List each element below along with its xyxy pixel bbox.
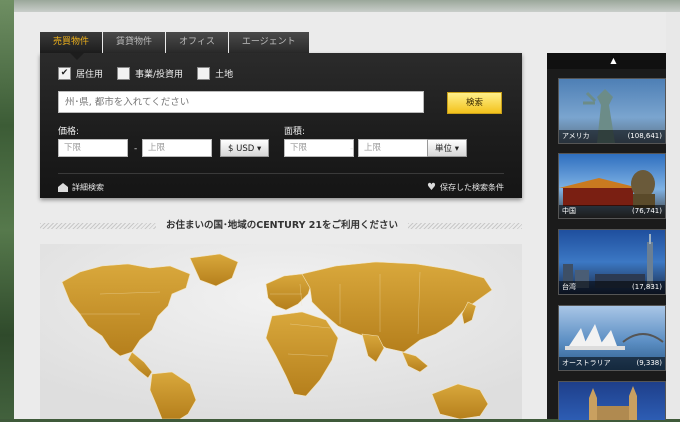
advanced-search-label: 詳細検索 — [72, 183, 104, 192]
checkbox-label: 事業/投資用 — [135, 70, 184, 80]
map-heading-text: お住まいの国･地域のCENTURY 21をご利用ください — [165, 220, 399, 231]
price-label: 価格: — [58, 127, 80, 137]
world-map-svg — [40, 244, 522, 420]
background-photo — [0, 0, 14, 419]
chevron-down-icon: ▾ — [454, 144, 459, 154]
currency-value: $ USD — [228, 144, 255, 154]
country-card-taiwan[interactable]: 台湾 (17,831) — [558, 229, 666, 295]
tab-pointer — [70, 53, 84, 60]
listing-count: (17,831) — [632, 283, 662, 291]
unit-dropdown[interactable]: 単位 ▾ — [427, 139, 467, 157]
listing-count: (9,338) — [636, 359, 662, 367]
chevron-down-icon: ▾ — [256, 144, 262, 154]
country-rail: ▲ アメリカ (108,641) 中国 (76,741) 台湾 (17,831)… — [547, 53, 680, 420]
currency-dropdown[interactable]: $ USD ▾ — [220, 139, 270, 157]
heading-stripe-left — [40, 223, 156, 229]
checkbox-land[interactable]: 土地 — [197, 67, 233, 80]
heading-stripe-right — [408, 223, 522, 229]
advanced-search-link[interactable]: 詳細検索 — [58, 182, 104, 193]
price-range-separator: - — [134, 144, 138, 154]
heart-icon: ♥ — [427, 182, 436, 193]
checkbox-label: 土地 — [215, 70, 234, 80]
country-name: 中国 — [562, 207, 576, 215]
checkbox-residential[interactable]: ✔ 居住用 — [58, 67, 103, 80]
checkbox-label: 居住用 — [76, 70, 104, 80]
area-max-field[interactable]: 上限 — [358, 139, 428, 157]
browser-background-top — [0, 0, 680, 12]
page: 売買物件 賃貸物件 オフィス エージェント ✔ 居住用 事業/投資用 土地 検索… — [14, 12, 680, 420]
location-input[interactable] — [58, 91, 424, 113]
page-scrollbar[interactable] — [666, 12, 680, 419]
search-button[interactable]: 検索 — [447, 92, 502, 114]
tab-office[interactable]: オフィス — [166, 32, 228, 53]
checkbox-commercial[interactable]: 事業/投資用 — [117, 67, 183, 80]
property-type-row: ✔ 居住用 事業/投資用 土地 — [58, 67, 247, 80]
tab-buy[interactable]: 売買物件 — [40, 32, 103, 53]
area-range-separator: - — [350, 144, 354, 154]
tab-rent[interactable]: 賃貸物件 — [103, 32, 166, 53]
country-name: アメリカ — [562, 132, 590, 140]
search-tabs: 売買物件 賃貸物件 オフィス エージェント — [40, 32, 310, 53]
world-map[interactable] — [40, 244, 522, 420]
unit-value: 単位 — [435, 144, 453, 154]
listing-count: (108,641) — [627, 132, 662, 140]
checkbox-empty-icon[interactable] — [117, 67, 131, 80]
country-card-label: オーストラリア (9,338) — [559, 357, 665, 370]
area-min-field[interactable]: 下限 — [284, 139, 354, 157]
search-panel: ✔ 居住用 事業/投資用 土地 検索 価格: 下限 - 上限 $ USD ▾ 面… — [40, 53, 522, 198]
country-card-label: 中国 (76,741) — [559, 205, 665, 218]
map-heading: お住まいの国･地域のCENTURY 21をご利用ください — [40, 219, 522, 233]
saved-searches-link[interactable]: ♥ 保存した検索条件 — [427, 182, 504, 193]
country-card-label: 台湾 (17,831) — [559, 281, 665, 294]
country-card-label: アメリカ (108,641) — [559, 130, 665, 143]
price-min-field[interactable]: 下限 — [58, 139, 128, 157]
country-name: 台湾 — [562, 283, 576, 291]
rail-scroll-up-button[interactable]: ▲ — [547, 53, 680, 69]
listing-count: (76,741) — [632, 207, 662, 215]
checkbox-checked-icon[interactable]: ✔ — [58, 67, 71, 80]
country-card-next[interactable] — [558, 381, 666, 420]
country-card-china[interactable]: 中国 (76,741) — [558, 153, 666, 219]
area-label: 面積: — [284, 127, 306, 137]
tab-agent[interactable]: エージェント — [228, 32, 309, 53]
country-card-australia[interactable]: オーストラリア (9,338) — [558, 305, 666, 371]
price-max-field[interactable]: 上限 — [142, 139, 212, 157]
country-name: オーストラリア — [562, 359, 611, 367]
saved-searches-label: 保存した検索条件 — [440, 183, 504, 192]
cathedral-image — [589, 386, 637, 420]
checkbox-empty-icon[interactable] — [197, 67, 211, 80]
country-card-usa[interactable]: アメリカ (108,641) — [558, 78, 666, 144]
house-icon — [58, 183, 68, 192]
panel-divider — [58, 173, 504, 174]
